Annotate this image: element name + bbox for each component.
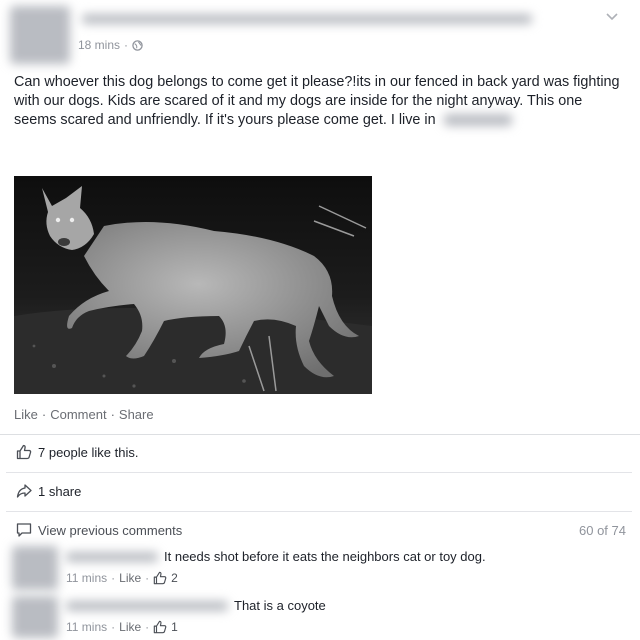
comment-link[interactable]: Comment bbox=[50, 407, 106, 422]
commenter-name[interactable] bbox=[66, 551, 158, 562]
thumbs-up-icon bbox=[16, 444, 32, 460]
thumbs-up-icon bbox=[153, 571, 167, 585]
commenter-avatar[interactable] bbox=[12, 596, 58, 638]
view-previous-label: View previous comments bbox=[38, 522, 183, 538]
poster-name[interactable] bbox=[82, 14, 532, 24]
comment-bubble-icon bbox=[16, 522, 32, 538]
comments-count: 60 of 74 bbox=[579, 523, 626, 538]
globe-icon bbox=[132, 39, 143, 51]
post-actions: Like · Comment · Share bbox=[14, 407, 154, 422]
likes-row[interactable]: 7 people like this. bbox=[16, 444, 138, 460]
comment-text: It needs shot before it eats the neighbo… bbox=[164, 549, 486, 564]
redacted-location bbox=[443, 114, 512, 127]
poster-avatar[interactable] bbox=[10, 6, 70, 64]
post-meta: 18 mins · bbox=[78, 38, 143, 52]
share-link[interactable]: Share bbox=[119, 407, 154, 422]
share-arrow-icon bbox=[16, 483, 32, 499]
commenter-avatar[interactable] bbox=[12, 546, 58, 590]
divider bbox=[6, 511, 632, 512]
divider bbox=[6, 472, 632, 473]
comment-like-count: 1 bbox=[171, 620, 178, 634]
comment-text: That is a coyote bbox=[234, 598, 326, 613]
shares-count-text: 1 share bbox=[38, 483, 82, 499]
comment-like-count: 2 bbox=[171, 571, 178, 585]
like-link[interactable]: Like bbox=[14, 407, 38, 422]
comment-time[interactable]: 11 mins bbox=[66, 571, 107, 585]
comment-like-link[interactable]: Like bbox=[119, 571, 141, 585]
chevron-down-icon[interactable] bbox=[605, 12, 619, 22]
comment-like-link[interactable]: Like bbox=[119, 620, 141, 634]
coyote-photo bbox=[14, 176, 372, 394]
comment-time[interactable]: 11 mins bbox=[66, 620, 107, 634]
comment-item: That is a coyote 11 mins · Like · 1 bbox=[66, 598, 326, 634]
thumbs-up-icon bbox=[153, 620, 167, 634]
divider bbox=[0, 434, 640, 435]
commenter-name[interactable] bbox=[66, 600, 228, 611]
shares-row[interactable]: 1 share bbox=[16, 483, 81, 499]
post-text: Can whoever this dog belongs to come get… bbox=[14, 74, 620, 128]
post-photo[interactable] bbox=[14, 176, 372, 394]
view-previous-comments[interactable]: View previous comments bbox=[16, 522, 182, 538]
comment-item: It needs shot before it eats the neighbo… bbox=[66, 549, 486, 585]
likes-count-text: 7 people like this. bbox=[38, 444, 139, 460]
post-timestamp[interactable]: 18 mins bbox=[78, 38, 120, 52]
